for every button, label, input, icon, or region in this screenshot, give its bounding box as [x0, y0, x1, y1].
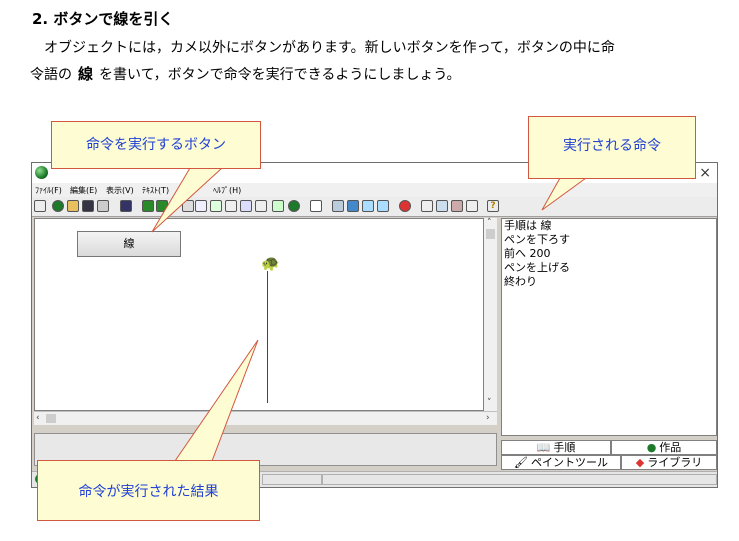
callout-command: 実行される命令 [528, 116, 696, 179]
callout-button: 命令を実行するボタン [51, 121, 261, 169]
callout-result: 命令が実行された結果 [37, 460, 260, 521]
